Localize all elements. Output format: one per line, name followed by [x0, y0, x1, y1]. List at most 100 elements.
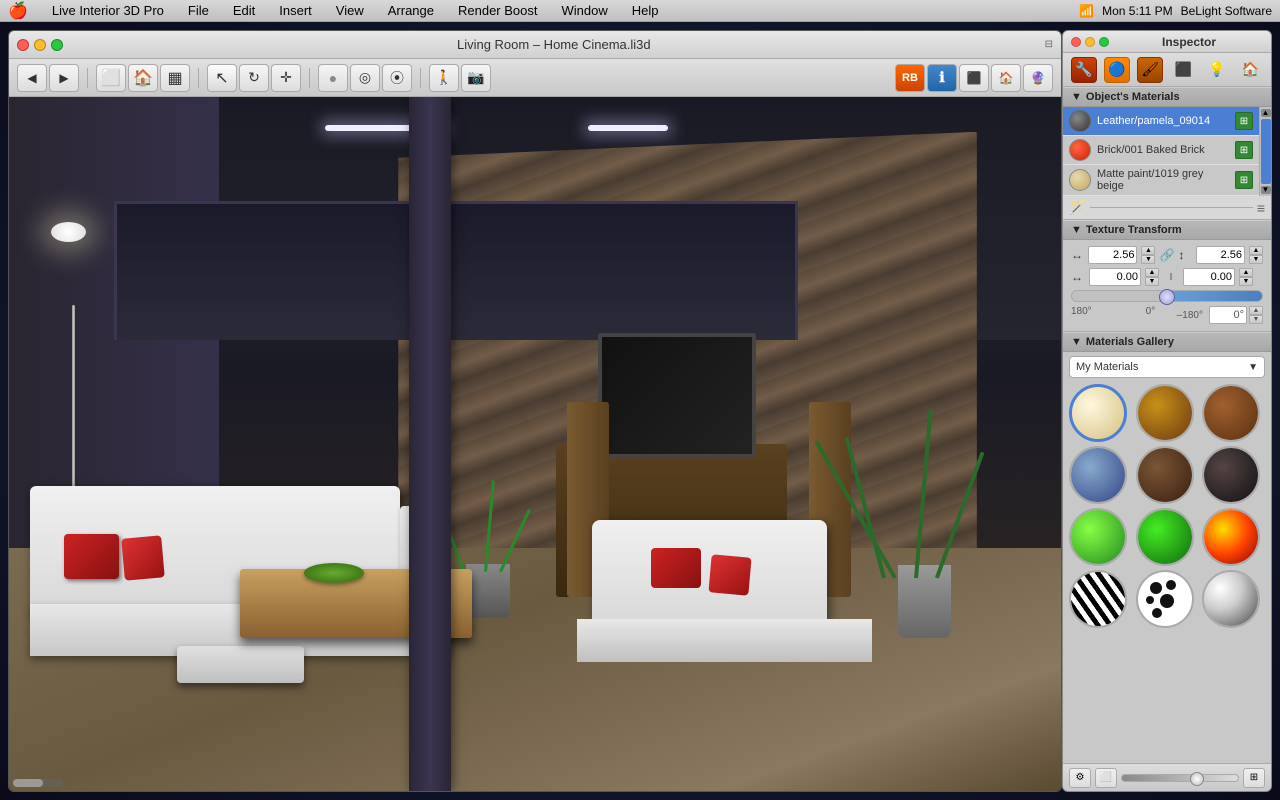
angle-slider-thumb[interactable] — [1159, 289, 1175, 305]
angle-stepper[interactable]: ▲ ▼ — [1249, 306, 1263, 324]
3d-view-button[interactable]: ▦ — [160, 64, 190, 92]
view-menu[interactable]: View — [332, 2, 368, 19]
offset-x-input[interactable]: 0.00 — [1089, 268, 1141, 286]
offset-y-up[interactable]: ▲ — [1239, 268, 1253, 277]
material-item-3[interactable]: Matte paint/1019 grey beige ⊞ — [1063, 165, 1259, 196]
scale-y-stepper[interactable]: ▲ ▼ — [1249, 246, 1263, 264]
tab-material[interactable]: 🔵 — [1104, 57, 1130, 83]
forward-button[interactable]: ▶ — [49, 64, 79, 92]
offset-y-stepper[interactable]: ▲ ▼ — [1239, 268, 1253, 286]
gallery-item-water[interactable] — [1069, 446, 1127, 504]
file-menu[interactable]: File — [184, 2, 213, 19]
add-material-button[interactable]: ⚙ — [1069, 768, 1091, 788]
rotate-tool[interactable]: ↻ — [239, 64, 269, 92]
gallery-dropdown[interactable]: My Materials ▼ — [1069, 356, 1265, 378]
gallery-item-brick[interactable] — [1202, 384, 1260, 442]
apple-menu[interactable]: 🍎 — [8, 1, 28, 21]
gallery-arrow-icon: ▼ — [1071, 336, 1082, 348]
inspector-traffic-lights — [1071, 37, 1109, 47]
zoom-slider-thumb[interactable] — [1190, 772, 1204, 786]
offset-y-input[interactable]: 0.00 — [1183, 268, 1235, 286]
insert-menu[interactable]: Insert — [275, 2, 316, 19]
scale-x-input[interactable]: 2.56 — [1088, 246, 1137, 264]
gallery-item-fire[interactable] — [1202, 508, 1260, 566]
offset-x-down[interactable]: ▼ — [1145, 277, 1159, 286]
options-icon[interactable]: ≡ — [1257, 200, 1265, 216]
scale-y-input[interactable]: 2.56 — [1196, 246, 1245, 264]
walk-button[interactable]: 🚶 — [429, 64, 459, 92]
wand-icon[interactable]: 🪄 — [1069, 199, 1086, 216]
gallery-item-cream[interactable] — [1069, 384, 1127, 442]
tab-light[interactable]: 💡 — [1204, 57, 1230, 83]
render-boost-button[interactable]: RB — [895, 64, 925, 92]
offset-x-stepper[interactable]: ▲ ▼ — [1145, 268, 1159, 286]
angle-value-input[interactable]: 0° — [1209, 306, 1247, 324]
scale-x-down[interactable]: ▼ — [1141, 255, 1155, 264]
offset-x-up[interactable]: ▲ — [1145, 268, 1159, 277]
gallery-item-dark[interactable] — [1202, 446, 1260, 504]
angle-down[interactable]: ▼ — [1249, 315, 1263, 324]
maximize-button[interactable] — [51, 39, 63, 51]
view-tools: ⬜ 🏠 ▦ — [96, 64, 190, 92]
home-view-button[interactable]: 🏠 — [991, 64, 1021, 92]
camera-button[interactable]: ⦿ — [382, 64, 412, 92]
close-button[interactable] — [17, 39, 29, 51]
tab-properties[interactable]: 🔧 — [1071, 57, 1097, 83]
gallery-item-wood[interactable] — [1136, 384, 1194, 442]
texture-transform-section: ↔ 2.56 ▲ ▼ 🔗 ↕ 2.56 ▲ ▼ — [1063, 240, 1271, 331]
move-tool[interactable]: ✛ — [271, 64, 301, 92]
help-menu[interactable]: Help — [628, 2, 663, 19]
offset-y-down[interactable]: ▼ — [1239, 277, 1253, 286]
arrange-menu[interactable]: Arrange — [384, 2, 438, 19]
material-item-2[interactable]: Brick/001 Baked Brick ⊞ — [1063, 136, 1259, 165]
back-button[interactable]: ◀ — [17, 64, 47, 92]
material-item-1[interactable]: Leather/pamela_09014 ⊞ — [1063, 107, 1259, 136]
record-button[interactable]: ● — [318, 64, 348, 92]
view-toggle-button[interactable]: ⊞ — [1243, 768, 1265, 788]
inspector-minimize[interactable] — [1085, 37, 1095, 47]
angle-up[interactable]: ▲ — [1249, 306, 1263, 315]
link-icon[interactable]: 🔗 — [1159, 247, 1174, 263]
info-button[interactable]: ℹ — [927, 64, 957, 92]
view3d-button[interactable]: ⬛ — [959, 64, 989, 92]
gallery-item-green2[interactable] — [1136, 508, 1194, 566]
minimize-button[interactable] — [34, 39, 46, 51]
gallery-item-chrome[interactable] — [1202, 570, 1260, 628]
inspector-title: Inspector — [1115, 35, 1263, 49]
viewport-3d[interactable] — [9, 97, 1061, 791]
gallery-section: My Materials ▼ — [1063, 352, 1271, 632]
texture-transform-title: Texture Transform — [1086, 224, 1182, 236]
panorama-button[interactable]: ◎ — [350, 64, 380, 92]
materials-scrollbar[interactable]: ▲ ▼ — [1259, 107, 1271, 196]
inspector-maximize[interactable] — [1099, 37, 1109, 47]
import-button[interactable]: ⬜ — [1095, 768, 1117, 788]
scale-y-down[interactable]: ▼ — [1249, 255, 1263, 264]
arrow-tool[interactable]: ↖ — [207, 64, 237, 92]
menubar-right: 📶 Mon 5:11 PM BeLight Software — [1079, 4, 1272, 18]
edit-menu[interactable]: Edit — [229, 2, 259, 19]
app-name-menu[interactable]: Live Interior 3D Pro — [48, 2, 168, 19]
scale-y-up[interactable]: ▲ — [1249, 246, 1263, 255]
scale-x-up[interactable]: ▲ — [1141, 246, 1155, 255]
gallery-item-zebra[interactable] — [1069, 570, 1127, 628]
viewport-scrollbar[interactable] — [13, 779, 63, 787]
gallery-item-spots[interactable] — [1136, 570, 1194, 628]
tab-paint[interactable]: 🖌 — [1137, 57, 1163, 83]
window-menu[interactable]: Window — [558, 2, 612, 19]
building-button[interactable]: 🏠 — [128, 64, 158, 92]
render-button[interactable]: 🔮 — [1023, 64, 1053, 92]
screenshot-button[interactable]: 📷 — [461, 64, 491, 92]
tab-house[interactable]: 🏠 — [1237, 57, 1263, 83]
floorplan-button[interactable]: ⬜ — [96, 64, 126, 92]
angle-slider-track[interactable] — [1071, 290, 1263, 302]
zoom-slider[interactable] — [1121, 774, 1239, 782]
scale-x-stepper[interactable]: ▲ ▼ — [1141, 246, 1155, 264]
tab-texture[interactable]: ⬛ — [1171, 57, 1197, 83]
gallery-item-green1[interactable] — [1069, 508, 1127, 566]
gallery-item-dark-wood[interactable] — [1136, 446, 1194, 504]
ceiling-detail — [114, 201, 798, 340]
inspector-close[interactable] — [1071, 37, 1081, 47]
window-expand-icon[interactable]: ⊟ — [1045, 39, 1053, 50]
ceiling-light-2 — [588, 125, 668, 131]
render-boost-menu[interactable]: Render Boost — [454, 2, 542, 19]
